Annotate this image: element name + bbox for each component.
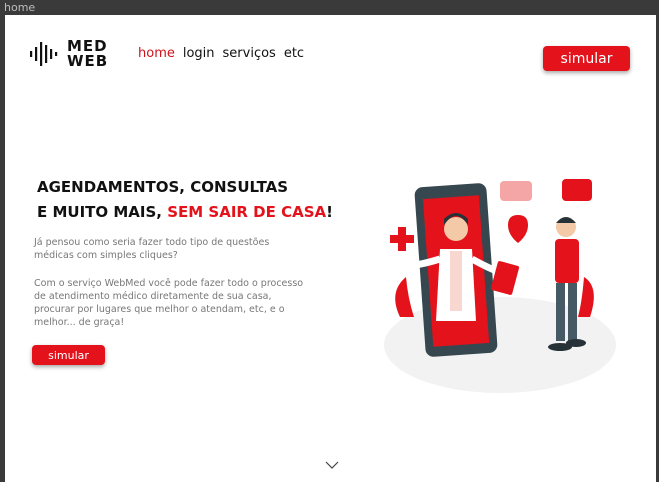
headline-end: ! [326,203,333,221]
page: MED WEB home login serviços etc simular … [5,15,656,482]
main-nav: home login serviços etc [138,46,304,61]
logo[interactable]: MED WEB [29,39,108,69]
headline-line2-text: E MUITO MAIS, [37,203,162,221]
hero-simular-button[interactable]: simular [32,345,105,365]
soundwave-logo-icon [30,42,58,66]
headline-line2: E MUITO MAIS, SEM SAIR DE CASA! [37,200,333,225]
nav-home-link[interactable]: home [138,46,175,61]
nav-etc-link[interactable]: etc [284,46,304,61]
hero-headline: AGENDAMENTOS, CONSULTAS E MUITO MAIS, SE… [37,175,333,225]
scroll-down-chevron-icon[interactable] [325,461,339,470]
nav-servicos-link[interactable]: serviços [223,46,276,61]
headline-line1: AGENDAMENTOS, CONSULTAS [37,178,289,196]
window-title: home [4,1,36,14]
telemedicine-illustration [384,179,616,393]
headline-highlight: SEM SAIR DE CASA [167,203,327,221]
nav-login-link[interactable]: login [183,46,215,61]
hero-paragraph-2: Com o serviço WebMed você pode fazer tod… [34,278,304,328]
header-simular-button[interactable]: simular [543,46,630,71]
hero-paragraph-1: Já pensou como seria fazer todo tipo de … [34,237,270,261]
logo-text: MED WEB [67,39,108,69]
logo-text-line2: WEB [67,52,109,70]
